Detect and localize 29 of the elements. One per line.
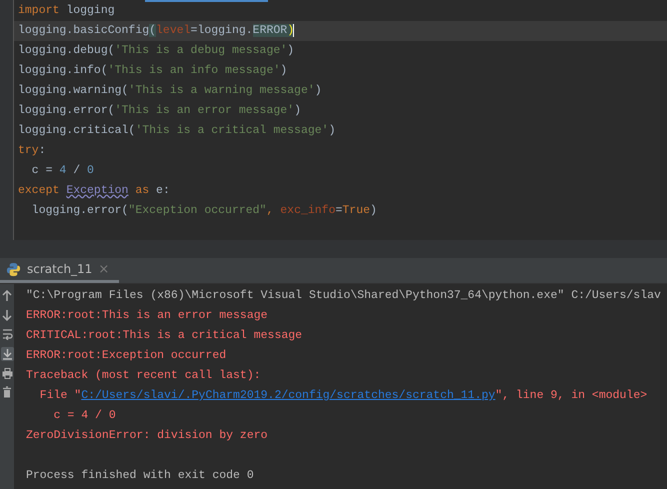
console-line: Traceback (most recent call last): xyxy=(26,368,262,384)
console-line: CRITICAL:root:This is a critical message xyxy=(26,328,304,344)
scroll-to-end-icon[interactable] xyxy=(0,347,14,361)
code-line: logging.error("Exception occurred", exc_info=True) xyxy=(30,203,378,219)
code-line: try: xyxy=(17,143,47,159)
console-line: ZeroDivisionError: division by zero xyxy=(26,428,269,444)
console-line: ERROR:root:Exception occurred xyxy=(26,348,228,364)
close-icon[interactable]: × xyxy=(98,262,110,276)
console-line: c = 4 / 0 xyxy=(52,408,117,424)
code-line: logging.critical('This is a critical message') xyxy=(17,123,336,139)
soft-wrap-icon[interactable] xyxy=(2,328,12,340)
file-link[interactable]: C:/Users/slavi/.PyCharm2019.2/config/scratches/scratch_11.py xyxy=(81,389,496,402)
code-line: logging.debug('This is a debug message') xyxy=(17,43,296,59)
code-line: except Exception as e: xyxy=(17,183,171,199)
console-line: Process finished with exit code 0 xyxy=(26,468,255,484)
console-line: File "C:/Users/slavi/.PyCharm2019.2/config/scratches/scratch_11.py", line 9, in <module> xyxy=(38,388,648,404)
console-line: "C:\Program Files (x86)\Microsoft Visual Studio\Shared\Python37_64\python.exe" C:/Users/slav xyxy=(26,288,662,304)
console-line: ERROR:root:This is an error message xyxy=(26,308,269,324)
tab-label: scratch_11 xyxy=(27,262,92,276)
code-line: logging.info('This is an info message') xyxy=(17,63,288,79)
trash-icon[interactable] xyxy=(2,386,12,398)
down-arrow-icon[interactable] xyxy=(2,309,12,321)
python-logo-icon xyxy=(6,262,21,276)
print-icon[interactable] xyxy=(2,368,12,379)
code-line: import logging xyxy=(17,3,116,19)
code-line: c = 4 / 0 xyxy=(30,163,95,179)
code-line: logging.error('This is an error message') xyxy=(17,103,302,119)
up-arrow-icon[interactable] xyxy=(2,290,12,302)
code-line: logging.warning('This is a warning message') xyxy=(17,83,323,99)
